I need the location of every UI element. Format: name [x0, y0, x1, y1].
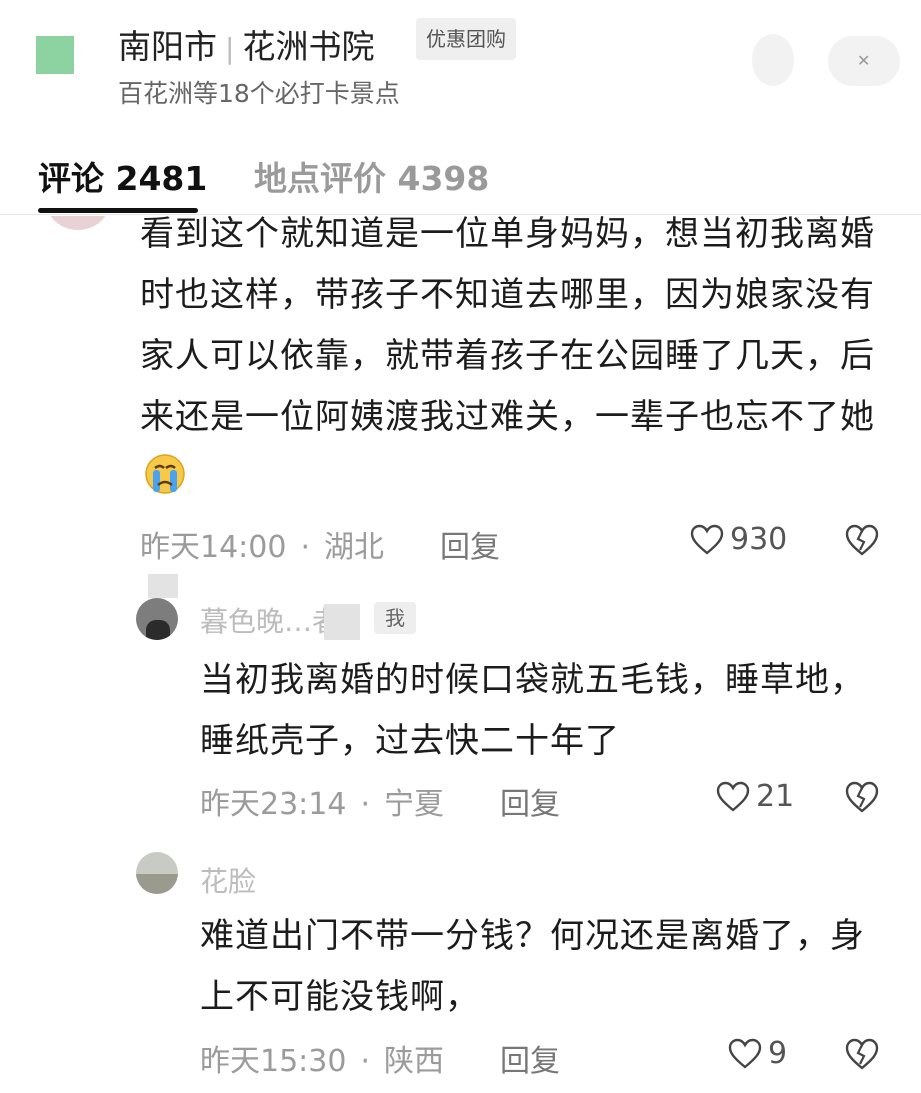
dislike-icon[interactable]	[844, 522, 880, 558]
like-button[interactable]: 21	[716, 779, 794, 814]
poi-title[interactable]: 南阳市 | 花洲书院	[118, 20, 374, 68]
poi-subtitle[interactable]: 百花洲等18个必打卡景点	[118, 74, 400, 110]
like-button[interactable]: 9	[728, 1036, 787, 1071]
reply-time: 昨天15:30	[200, 1044, 347, 1079]
like-count: 9	[768, 1036, 788, 1071]
reply-author-name[interactable]: 暮色晚…者	[200, 600, 340, 640]
close-button[interactable]: ✕	[828, 36, 900, 86]
deal-badge[interactable]: 优惠团购	[416, 18, 516, 60]
dislike-icon[interactable]	[844, 1036, 880, 1072]
poi-thumbnail[interactable]	[36, 36, 74, 74]
reply-location: 宁夏	[384, 787, 445, 822]
tab-rating-label: 地点评价	[254, 159, 386, 198]
reply-button[interactable]: 回复	[500, 779, 560, 823]
comment-body: 看到这个就知道是一位单身妈妈，想当初我离婚时也这样，带孩子不知道去哪里，因为娘家…	[140, 214, 875, 437]
tab-comments-label: 评论	[38, 159, 104, 198]
blur-mask	[148, 574, 178, 598]
poi-place: 花洲书院	[242, 27, 375, 66]
comment-text: 看到这个就知道是一位单身妈妈，想当初我离婚时也这样，带孩子不知道去哪里，因为娘家…	[140, 204, 880, 509]
blur-mask	[324, 604, 360, 640]
meta-dot: ·	[360, 787, 371, 822]
like-count: 21	[756, 779, 795, 814]
me-badge: 我	[374, 602, 416, 634]
reply-text: 难道出门不带一分钱？何况还是离婚了，身上不可能没钱啊，	[200, 916, 865, 1017]
meta-dot: ·	[360, 1044, 371, 1079]
tab-place-rating[interactable]: 地点评价 4398	[254, 152, 489, 200]
tab-comments[interactable]: 评论 2481	[38, 152, 207, 200]
reply-button[interactable]: 回复	[440, 522, 500, 566]
like-button[interactable]: 930	[690, 522, 787, 557]
header-action-button[interactable]	[752, 34, 794, 86]
like-count: 930	[730, 522, 788, 557]
reply-button[interactable]: 回复	[500, 1036, 560, 1080]
avatar[interactable]	[136, 852, 178, 894]
reply-author-name[interactable]: 花脸	[200, 860, 256, 900]
reply-time: 昨天23:14	[200, 787, 347, 822]
poi-city: 南阳市	[118, 27, 217, 66]
dislike-icon[interactable]	[844, 779, 880, 815]
crying-face-emoji-icon	[145, 454, 185, 494]
tab-rating-count: 4398	[397, 159, 490, 198]
reply-text: 当初我离婚的时候口袋就五毛钱，睡草地，睡纸壳子，过去快二十年了	[200, 660, 865, 761]
comment-location: 湖北	[324, 530, 385, 565]
reply-meta: 昨天15:30 · 陕西	[200, 1036, 444, 1080]
reply-location: 陕西	[384, 1044, 445, 1079]
comment-meta: 昨天14:00 · 湖北	[140, 522, 384, 566]
tab-comments-count: 2481	[115, 159, 208, 198]
heart-icon	[690, 524, 724, 555]
comment-time: 昨天14:00	[140, 530, 287, 565]
meta-dot: ·	[300, 530, 311, 565]
heart-icon	[716, 781, 750, 812]
reply-meta: 昨天23:14 · 宁夏	[200, 779, 444, 823]
title-separator: |	[225, 32, 235, 65]
heart-icon	[728, 1038, 762, 1069]
avatar[interactable]	[136, 598, 178, 640]
close-icon: ✕	[857, 51, 871, 70]
